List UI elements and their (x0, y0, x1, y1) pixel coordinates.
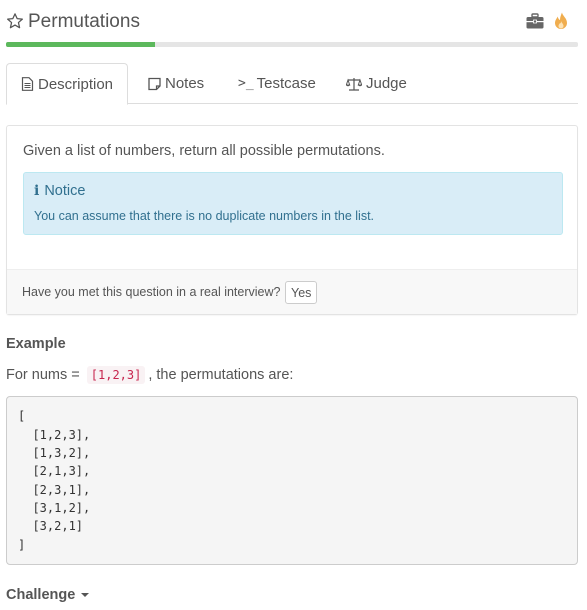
output-line: [3,2,1] (18, 519, 84, 533)
note-icon (148, 77, 161, 90)
tab-label: Judge (366, 75, 407, 92)
problem-header: Permutations (6, 8, 578, 36)
progress-fill (6, 42, 155, 47)
info-icon: i (34, 183, 40, 199)
page-title: Permutations (28, 11, 140, 32)
problem-description: Given a list of numbers, return all poss… (23, 143, 385, 159)
notice-box: i Notice You can assume that there is no… (23, 172, 563, 235)
output-line: ] (18, 538, 26, 552)
flame-icon[interactable] (554, 12, 568, 30)
tab-label: Notes (165, 75, 205, 92)
tab-label: Description (38, 75, 114, 93)
output-line: [2,1,3], (18, 464, 91, 478)
progress-bar (6, 42, 578, 47)
document-icon (21, 77, 34, 91)
yes-button[interactable]: Yes (285, 281, 318, 304)
terminal-icon: >_ (238, 76, 254, 91)
tab-judge[interactable]: Judge (346, 63, 407, 104)
tab-bar: Description Notes >_ Testcase Judge (6, 63, 578, 105)
challenge-toggle[interactable]: Challenge (6, 587, 90, 603)
example-suffix: , the permutations are: (148, 367, 294, 383)
balance-scale-icon (346, 77, 362, 91)
tab-notes[interactable]: Notes (148, 63, 204, 104)
interview-question: Have you met this question in a real int… (22, 285, 281, 299)
tab-testcase[interactable]: >_ Testcase (238, 63, 316, 104)
problem-panel: Given a list of numbers, return all poss… (6, 125, 578, 315)
tab-description[interactable]: Description (6, 63, 129, 105)
tab-label: Testcase (256, 75, 316, 92)
example-heading: Example (6, 336, 66, 352)
panel-footer: Have you met this question in a real int… (7, 269, 577, 314)
challenge-label: Challenge (6, 587, 76, 603)
notice-title-text: Notice (44, 183, 86, 199)
star-icon[interactable] (6, 12, 24, 30)
output-line: [1,2,3], (18, 428, 91, 442)
example-nums: [1,2,3] (86, 366, 146, 384)
output-line: [2,3,1], (18, 483, 91, 497)
output-line: [1,3,2], (18, 446, 91, 460)
briefcase-icon[interactable] (526, 13, 544, 29)
caret-down-icon (81, 593, 90, 597)
output-line: [3,1,2], (18, 501, 91, 515)
example-prefix: For nums = (6, 367, 84, 383)
example-output: [ [1,2,3], [1,3,2], [2,1,3], [2,3,1], [3… (6, 396, 578, 565)
notice-text: You can assume that there is no duplicat… (34, 209, 375, 223)
notice-title: i Notice (34, 183, 85, 199)
example-intro: For nums = [1,2,3] , the permutations ar… (6, 366, 293, 384)
output-line: [ (18, 409, 26, 423)
